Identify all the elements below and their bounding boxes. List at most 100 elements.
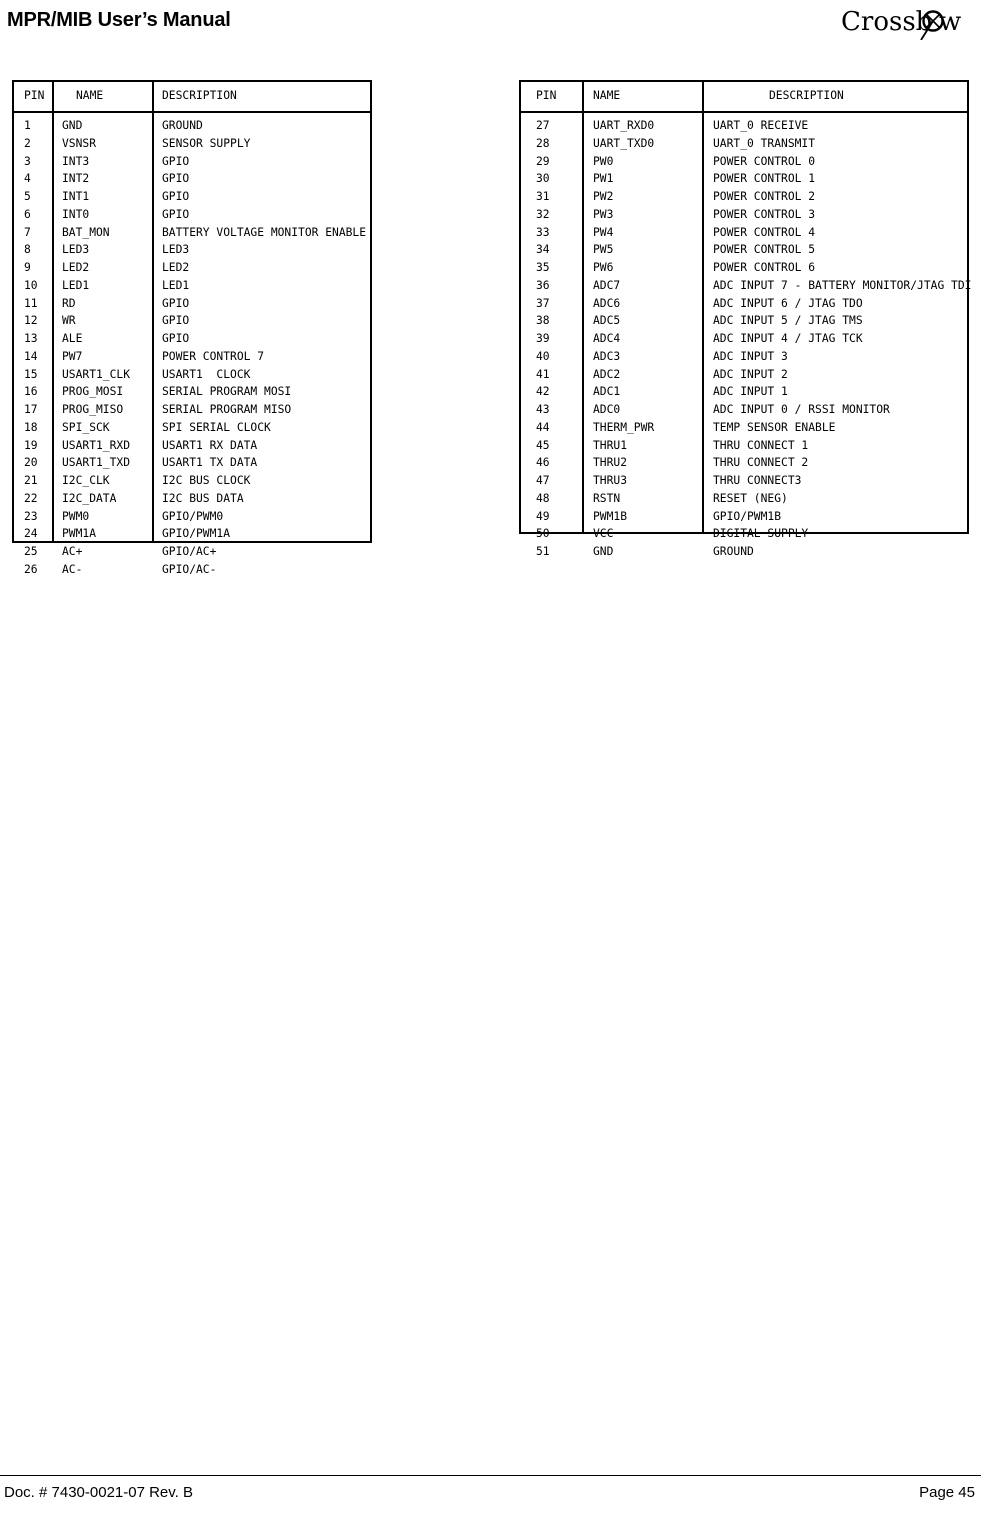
cell-pin: 38: [536, 314, 550, 328]
cell-description: ADC INPUT 3: [713, 349, 788, 363]
pin-table-left: PIN NAME DESCRIPTION 1 GND GROUND 2 VSNSR SEN…: [12, 80, 372, 576]
column-divider-pin-name: [52, 82, 54, 541]
cell-description: POWER CONTROL 6: [713, 261, 816, 274]
cell-description: POWER CONTROL 4: [713, 225, 816, 239]
cell-description: DIGITAL SUPPLY: [713, 527, 809, 541]
cell-description: UART_0 TRANSMIT: [713, 136, 816, 150]
cell-pin: 1: [24, 119, 31, 132]
cell-name: SPI_SCK: [62, 420, 110, 434]
cell-pin: 32: [536, 207, 550, 221]
cell-pin: 3: [24, 154, 31, 168]
cell-name: INT3: [62, 154, 90, 168]
cell-name: ADC0: [593, 403, 621, 416]
footer-page-number: Page 45: [919, 1484, 975, 1501]
cell-name: ADC6: [593, 296, 621, 310]
cell-name: PWM1B: [593, 509, 628, 523]
cell-description: GPIO: [162, 172, 190, 186]
cell-pin: 43: [536, 403, 550, 416]
crossbow-logo: Crossb w: [841, 6, 969, 40]
svg-text:Crossb: Crossb: [841, 7, 932, 37]
cell-description: GPIO: [162, 314, 190, 328]
cell-name: LED3: [62, 243, 90, 257]
cell-name: PW6: [593, 261, 614, 274]
cell-description: POWER CONTROL 1: [713, 172, 816, 186]
cell-description: GPIO: [162, 154, 190, 168]
cell-description: GPIO/PWM0: [162, 509, 224, 523]
cell-pin: 19: [24, 438, 38, 452]
cell-name: USART1_TXD: [62, 456, 131, 470]
cell-description: POWER CONTROL 7: [162, 349, 265, 363]
cell-name: THRU1: [593, 438, 628, 452]
cell-name: ADC2: [593, 367, 621, 381]
cell-name: WR: [62, 314, 76, 328]
cell-name: THRU2: [593, 456, 628, 470]
cell-pin: 4: [24, 172, 31, 186]
cell-description: GPIO: [162, 190, 190, 203]
cell-name: INT0: [62, 207, 90, 221]
cell-pin: 31: [536, 190, 550, 203]
cell-name: PW7: [62, 349, 83, 363]
cell-description: ADC INPUT 5 / JTAG TMS: [713, 314, 863, 328]
cell-pin: 18: [24, 420, 38, 434]
cell-name: INT1: [62, 190, 90, 203]
cell-pin: 11: [24, 296, 38, 310]
cell-pin: 44: [536, 420, 550, 434]
header-divider: [521, 111, 967, 113]
cell-name: PW0: [593, 154, 614, 168]
cell-pin: 12: [24, 314, 38, 328]
cell-pin: 14: [24, 349, 38, 363]
cell-name: LED2: [62, 261, 90, 274]
cell-description: POWER CONTROL 5: [713, 243, 816, 257]
cell-name: USART1_RXD: [62, 438, 131, 452]
cell-name: PW1: [593, 172, 614, 186]
cell-description: GPIO: [162, 207, 190, 221]
cell-name: PWM0: [62, 509, 90, 523]
cell-description: TEMP SENSOR ENABLE: [713, 420, 836, 434]
cell-name: ADC7: [593, 278, 621, 292]
cell-name: PW3: [593, 207, 614, 221]
cell-pin: 23: [24, 509, 38, 523]
cell-description: USART1 RX DATA: [162, 438, 258, 452]
cell-pin: 20: [24, 456, 38, 470]
cell-description: GPIO: [162, 296, 190, 310]
page-header: MPR/MIB User’s Manual Crossb w: [0, 0, 981, 58]
cell-name: ADC4: [593, 332, 621, 345]
cell-pin: 2: [24, 136, 31, 150]
cell-pin: 24: [24, 527, 38, 541]
cell-description: SERIAL PROGRAM MOSI: [162, 385, 292, 399]
cell-name: ADC1: [593, 385, 621, 399]
cell-pin: 5: [24, 190, 31, 203]
cell-description: BATTERY VOLTAGE MONITOR ENABLE: [162, 225, 367, 239]
cell-description: LED1: [162, 278, 190, 292]
cell-description: SENSOR SUPPLY: [162, 136, 251, 150]
cell-pin: 33: [536, 225, 550, 239]
cell-description: ADC INPUT 0 / RSSI MONITOR: [713, 403, 890, 416]
cell-name: THERM_PWR: [593, 420, 655, 434]
cell-pin: 45: [536, 438, 550, 452]
column-header-description: DESCRIPTION: [162, 89, 237, 102]
cell-pin: 30: [536, 172, 550, 186]
cell-description: THRU CONNECT3: [713, 474, 802, 487]
cell-pin: 27: [536, 119, 550, 132]
cell-pin: 42: [536, 385, 550, 399]
cell-description: USART1 TX DATA: [162, 456, 258, 470]
cell-name: RD: [62, 296, 76, 310]
cell-name: I2C_CLK: [62, 474, 110, 487]
cell-pin: 29: [536, 154, 550, 168]
cell-name: ADC5: [593, 314, 621, 328]
column-divider-pin-name: [582, 82, 584, 532]
cell-name: INT2: [62, 172, 90, 186]
cell-pin: 17: [24, 403, 38, 416]
cell-name: USART1_CLK: [62, 367, 131, 381]
cell-name: I2C_DATA: [62, 491, 117, 505]
cell-pin: 49: [536, 509, 550, 523]
cell-name: ALE: [62, 332, 83, 345]
cell-pin: 47: [536, 474, 550, 487]
cell-name: UART_TXD0: [593, 136, 655, 150]
column-header-pin: PIN: [536, 89, 557, 102]
cell-pin: 48: [536, 491, 550, 505]
cell-description: GPIO/PWM1A: [162, 527, 231, 541]
cell-description: ADC INPUT 6 / JTAG TDO: [713, 296, 863, 310]
cell-name: VSNSR: [62, 136, 97, 150]
page-title: MPR/MIB User’s Manual: [7, 9, 231, 31]
